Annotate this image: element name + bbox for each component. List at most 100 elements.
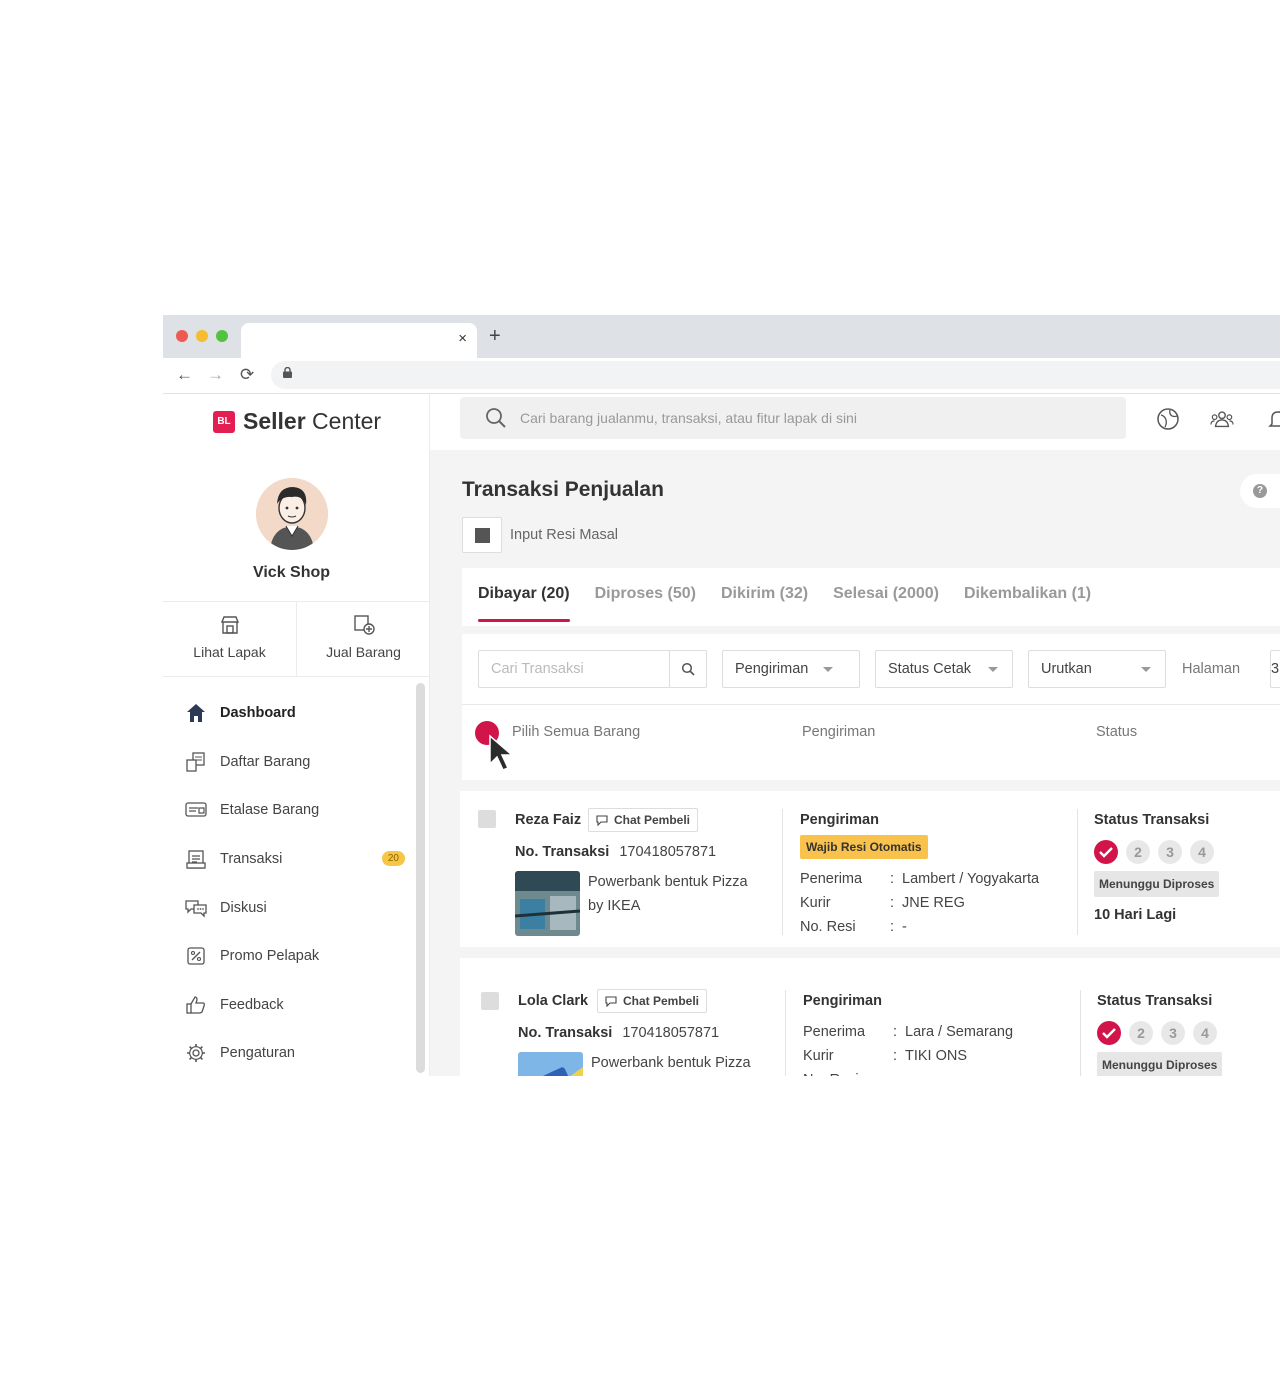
pengiriman-dropdown[interactable]: Pengiriman: [722, 650, 860, 688]
transaction-card: Lola Clark Chat Pembeli No. Transaksi 17…: [460, 958, 1280, 1076]
sidebar-item-dashboard[interactable]: Dashboard: [163, 689, 413, 738]
url-input[interactable]: [271, 361, 1280, 389]
search-icon: [486, 408, 506, 428]
sidebar-item-transaksi[interactable]: Transaksi 20: [163, 835, 413, 884]
sidebar-item-label: Etalase Barang: [220, 802, 320, 819]
logo-badge: BL: [213, 410, 235, 433]
sidebar-item-label: Dashboard: [220, 705, 296, 722]
browser-tab[interactable]: ×: [241, 323, 477, 358]
cari-transaksi-button[interactable]: [669, 650, 707, 688]
cari-transaksi-input[interactable]: Cari Transaksi: [478, 650, 670, 688]
card-divider: [782, 809, 783, 935]
tab-dibayar[interactable]: Dibayar (20): [478, 568, 570, 626]
chat-pembeli-label: Chat Pembeli: [623, 994, 700, 1008]
step-check-icon: [1097, 1021, 1121, 1045]
sidebar-item-label: Promo Pelapak: [220, 948, 320, 965]
sidebar-item-daftar-barang[interactable]: Daftar Barang: [163, 738, 413, 787]
search-icon: [681, 662, 695, 676]
sidebar-item-feedback[interactable]: Feedback: [163, 981, 413, 1030]
gear-icon: [187, 1044, 205, 1063]
urutkan-dropdown-label: Urutkan: [1041, 661, 1092, 677]
lihat-lapak-button[interactable]: Lihat Lapak: [163, 602, 296, 676]
resi-square-icon: [474, 527, 490, 543]
transaction-checkbox[interactable]: [481, 992, 499, 1010]
minimize-window-dot[interactable]: [196, 330, 208, 342]
shipping-title: Pengiriman: [800, 812, 879, 828]
sidebar-scrollbar[interactable]: [416, 683, 425, 1073]
input-resi-button[interactable]: [462, 517, 502, 553]
page-title: Transaksi Penjualan: [462, 478, 664, 501]
jual-barang-label: Jual Barang: [326, 644, 401, 660]
users-icon[interactable]: [1210, 407, 1234, 431]
forward-icon[interactable]: →: [207, 365, 224, 385]
status-badge: Menunggu Diproses: [1097, 1052, 1223, 1076]
status-cetak-dropdown[interactable]: Status Cetak: [875, 650, 1013, 688]
browser-window: × + ← → ⟳ BL Seller Center Vick Shop Lih…: [163, 315, 1280, 1076]
address-bar: ← → ⟳: [163, 358, 1280, 394]
transaction-checkbox[interactable]: [478, 810, 496, 828]
bell-icon[interactable]: [1266, 407, 1280, 431]
product-name[interactable]: Powerbank bentuk Pizza by IKEA: [591, 1051, 766, 1076]
wajib-resi-badge: Wajib Resi Otomatis: [800, 835, 928, 859]
sidebar: BL Seller Center Vick Shop Lihat Lapak J…: [163, 394, 430, 1076]
reload-icon[interactable]: ⟳: [240, 365, 254, 385]
jual-barang-button[interactable]: Jual Barang: [296, 602, 430, 676]
tab-close-icon[interactable]: ×: [458, 330, 467, 347]
global-search-input[interactable]: Cari barang jualanmu, transaksi, atau fi…: [460, 397, 1126, 439]
chevron-down-icon: [1141, 667, 1151, 672]
back-icon[interactable]: ←: [176, 365, 193, 385]
lock-icon: [283, 367, 292, 378]
help-button[interactable]: ?: [1240, 474, 1280, 508]
input-resi-masal[interactable]: Input Resi Masal: [462, 517, 618, 553]
sidebar-item-label: Feedback: [220, 996, 284, 1013]
step-check-icon: [1094, 840, 1118, 864]
new-tab-icon[interactable]: +: [489, 325, 501, 348]
product-thumbnail[interactable]: [515, 871, 580, 936]
global-search-placeholder: Cari barang jualanmu, transaksi, atau fi…: [520, 410, 857, 426]
halaman-label: Halaman: [1170, 650, 1241, 688]
seller-center-logo[interactable]: BL Seller Center: [213, 408, 381, 435]
step-4: 4: [1190, 840, 1214, 864]
sidebar-item-pengaturan[interactable]: Pengaturan: [163, 1029, 413, 1076]
home-icon: [187, 704, 205, 723]
halaman-value: 3: [1271, 661, 1280, 677]
urutkan-dropdown[interactable]: Urutkan: [1028, 650, 1166, 688]
buyer-name: Reza Faiz: [515, 812, 582, 828]
halaman-input[interactable]: 3: [1270, 650, 1280, 688]
lihat-lapak-label: Lihat Lapak: [193, 644, 266, 660]
sidebar-item-etalase-barang[interactable]: Etalase Barang: [163, 786, 413, 835]
tab-selesai[interactable]: Selesai (2000): [833, 568, 939, 626]
tab-diproses[interactable]: Diproses (50): [595, 568, 696, 626]
sidebar-item-label: Diskusi: [220, 899, 267, 916]
tab-dikirim[interactable]: Dikirim (32): [721, 568, 808, 626]
close-window-dot[interactable]: [176, 330, 188, 342]
tab-dikembalikan[interactable]: Dikembalikan (1): [964, 568, 1091, 626]
shipping-details: Penerima: Lambert / Yogyakarta Kurir: JNE …: [800, 871, 1040, 935]
main-content: Cari barang jualanmu, transaksi, atau fi…: [430, 394, 1280, 1076]
chat-pembeli-button[interactable]: Chat Pembeli: [597, 989, 708, 1013]
browser-titlebar: × +: [163, 315, 1280, 358]
maximize-window-dot[interactable]: [216, 330, 228, 342]
sidebar-item-label: Daftar Barang: [220, 753, 311, 770]
transaction-number: No. Transaksi 170418057871: [515, 844, 717, 860]
chat-pembeli-label: Chat Pembeli: [614, 813, 691, 827]
store-icon: [220, 616, 239, 634]
palette-icon[interactable]: [1156, 407, 1180, 431]
promo-icon: [187, 947, 205, 965]
status-badge: Menunggu Diproses: [1094, 871, 1220, 897]
sidebar-item-promo-pelapak[interactable]: Promo Pelapak: [163, 932, 413, 981]
product-list-icon: [186, 752, 205, 772]
product-name[interactable]: Powerbank bentuk Pizza by IKEA: [588, 870, 763, 918]
status-title: Status Transaksi: [1094, 812, 1210, 828]
quick-actions: Lihat Lapak Jual Barang: [163, 601, 430, 677]
avatar[interactable]: [256, 478, 328, 550]
logo-text: Seller Center: [243, 408, 382, 434]
avatar-illustration: [256, 478, 328, 550]
shipping-title: Pengiriman: [803, 993, 882, 1009]
product-thumbnail[interactable]: [518, 1052, 583, 1076]
chat-pembeli-button[interactable]: Chat Pembeli: [588, 808, 699, 832]
select-all-label: Pilih Semua Barang: [512, 724, 641, 740]
sidebar-item-diskusi[interactable]: Diskusi: [163, 883, 413, 932]
chat-icon: [185, 900, 207, 918]
status-cetak-dropdown-label: Status Cetak: [888, 661, 972, 677]
